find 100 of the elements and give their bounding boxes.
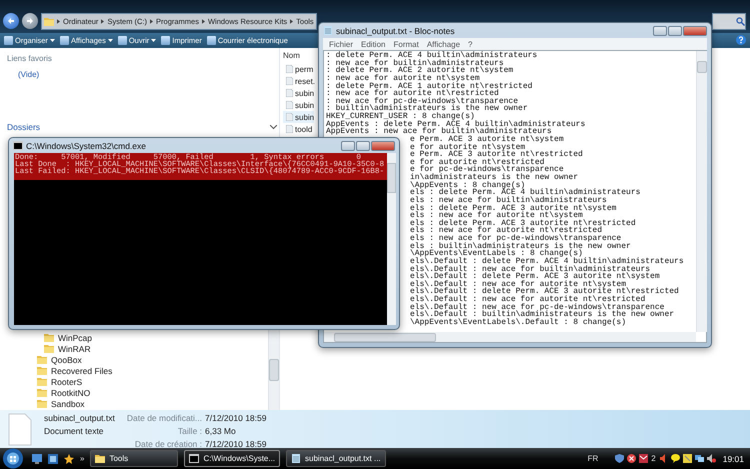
- note-icon[interactable]: [682, 454, 692, 463]
- file-name: subinacl_output.txt: [44, 413, 115, 423]
- text-line: els : new ace for builtin\administrateurs: [410, 196, 607, 204]
- folder-icon: [44, 344, 54, 353]
- text-line: els\.Default : new ace for builtin\administrateurs: [410, 266, 650, 274]
- menu-item[interactable]: ?: [468, 40, 472, 48]
- notepad-icon: [291, 454, 302, 463]
- mail-icon[interactable]: [639, 454, 648, 463]
- text-line: els : new ace for autorite nt\restricted: [410, 227, 602, 235]
- mute-icon[interactable]: [706, 454, 716, 463]
- folder-name[interactable]: WinRAR: [58, 344, 91, 354]
- scrollbar[interactable]: [268, 330, 279, 410]
- window-title: subinacl_output.txt - Bloc-notes: [336, 26, 455, 36]
- maximize-button[interactable]: [668, 26, 682, 36]
- text-line: els\.Default : new ace for autorite nt\system: [410, 280, 626, 288]
- caret-icon: [50, 38, 55, 42]
- text-line: els : delete Perm. ACE 3 autorite nt\system: [410, 204, 616, 212]
- text-line: e for autorite nt\restricted: [410, 158, 544, 166]
- shield-icon[interactable]: [615, 454, 624, 463]
- detail-value: 7/12/2010 18:59: [205, 439, 266, 449]
- text-line: els\.Default : builtin\administrateurs is the new owner: [410, 311, 674, 319]
- scrollbar[interactable]: [387, 153, 396, 325]
- detail-label: Taille :: [176, 426, 202, 436]
- chevron-icon: [202, 18, 205, 24]
- tray-badge[interactable]: 2: [651, 454, 656, 463]
- taskbar-button[interactable]: C:\Windows\Syste...: [184, 450, 280, 467]
- favorite-link[interactable]: (Vide): [18, 70, 268, 79]
- caret-icon: [108, 38, 113, 42]
- text-line: : delete Perm. ACE 1 autorite nt\restricted: [326, 82, 532, 90]
- arrow-icon: [7, 17, 15, 26]
- chevron-icon: [57, 18, 60, 24]
- detail-label: Date de modificati...: [126, 413, 202, 423]
- scrollbar[interactable]: [324, 332, 696, 342]
- folder-name[interactable]: QooBox: [51, 354, 82, 364]
- maximize-button[interactable]: [356, 140, 370, 150]
- detail-value: 7/12/2010 18:59: [205, 413, 266, 423]
- text-line: e Perm. ACE 3 autorite nt\system: [410, 136, 564, 144]
- language-indicator[interactable]: FR: [588, 454, 598, 463]
- minimize-button[interactable]: [653, 26, 667, 36]
- more-button[interactable]: »: [80, 454, 84, 463]
- folder-name[interactable]: Sandbox: [51, 398, 85, 408]
- folder-name[interactable]: RootkitNO: [51, 388, 90, 398]
- detail-label: Date de création :: [134, 439, 202, 449]
- text-line: in\administrateurs is the new owner: [410, 174, 578, 182]
- file-item[interactable]: subin: [283, 99, 314, 111]
- file-item[interactable]: subin: [283, 111, 314, 123]
- section-title[interactable]: Dossiers: [7, 122, 40, 132]
- start-button[interactable]: [0, 448, 26, 469]
- file-item[interactable]: toold: [283, 123, 312, 135]
- menu-item[interactable]: Fichier: [329, 40, 354, 48]
- window-icon[interactable]: [48, 454, 58, 464]
- folder-icon: [37, 366, 47, 375]
- folder-icon: [37, 355, 47, 364]
- desktop-icon[interactable]: [32, 454, 42, 464]
- chevron-icon: [290, 18, 294, 24]
- balloon-icon[interactable]: [670, 454, 680, 463]
- menu-item[interactable]: Edition: [361, 40, 386, 48]
- chevron-icon[interactable]: [270, 124, 277, 130]
- text-line: e for autorite nt\system: [410, 144, 526, 152]
- text-line: els : builtin\administrateurs is the new owner: [410, 242, 631, 250]
- forward-button[interactable]: [22, 13, 38, 30]
- column-header[interactable]: Nom: [283, 51, 309, 63]
- star-icon[interactable]: [64, 454, 74, 464]
- search-field[interactable]: [712, 12, 746, 30]
- speaker-icon[interactable]: [658, 454, 668, 463]
- taskbar-button[interactable]: subinacl_output.txt ...: [286, 450, 386, 467]
- file-icon: [8, 413, 32, 446]
- folder-icon: [37, 388, 47, 397]
- text-line: e for pc-de-windows\transparence: [410, 166, 564, 174]
- folder-name[interactable]: WinPcap: [58, 332, 92, 342]
- file-item[interactable]: perm: [283, 63, 314, 75]
- text-line: \AppEvents\EventLabels\.Default : 8 change(s): [410, 318, 626, 326]
- text-line: els\.Default : delete Perm. ACE 3 autorite nt\system: [410, 273, 660, 281]
- taskbar-button[interactable]: Tools: [90, 450, 178, 467]
- text-line: \AppEvents : 8 change(s): [410, 182, 526, 190]
- close-button[interactable]: [683, 26, 707, 36]
- arrow-icon: [26, 17, 34, 26]
- text-line: : delete Perm. ACE 2 autorite nt\system: [326, 67, 514, 75]
- clock: 19:01: [722, 454, 744, 464]
- cross-circle-icon[interactable]: [627, 454, 636, 463]
- scrollbar[interactable]: [696, 51, 707, 332]
- file-item[interactable]: reset.: [283, 75, 316, 87]
- network-icon[interactable]: [694, 454, 704, 463]
- folder-name[interactable]: Recovered Files: [51, 366, 112, 376]
- back-button[interactable]: [3, 13, 19, 30]
- folder-icon: [44, 16, 54, 26]
- menu-item[interactable]: Format: [393, 40, 419, 48]
- minimize-button[interactable]: [341, 140, 355, 150]
- text-line: els : new ace for pc-de-windows\transparence: [410, 235, 622, 243]
- window-title: C:\Windows\System32\cmd.exe: [26, 140, 146, 150]
- close-button[interactable]: [371, 140, 395, 150]
- folder-name[interactable]: RooterS: [51, 376, 82, 386]
- text-line: els\.Default : delete Perm. ACE 4 builtin\administrateurs: [410, 258, 684, 266]
- folder-icon: [44, 333, 54, 342]
- text-line: : new ace for autorite nt\restricted: [326, 90, 499, 98]
- help-icon[interactable]: [736, 35, 746, 46]
- folder-icon: [37, 399, 47, 408]
- text-line: els\.Default : new ace for autorite nt\restricted: [410, 296, 646, 304]
- file-item[interactable]: subin: [283, 87, 314, 99]
- menu-item[interactable]: Affichage: [426, 40, 460, 48]
